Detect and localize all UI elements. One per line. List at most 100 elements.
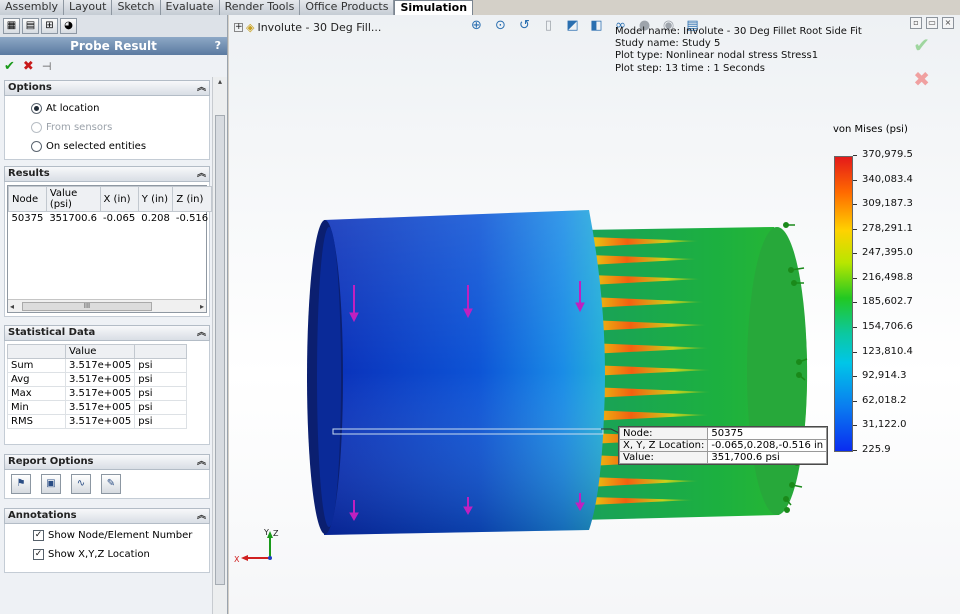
checkbox-checked-icon[interactable]: ✓ [33, 549, 44, 560]
vscroll-thumb[interactable] [215, 115, 225, 585]
results-header-label: Results [8, 168, 50, 179]
feature-tree-icon[interactable]: ▦ [3, 18, 20, 34]
property-manager-panel: ▦ ▤ ⊞ ◕ Probe Result ? ✔ ✖ ⊣ Options ︽ A… [0, 15, 228, 614]
statistical-body: Value Sum 3.517e+005 psi Avg 3.517e+005 psi … [4, 341, 210, 445]
legend-tick: 62,018.2 [853, 395, 907, 406]
report-options-header[interactable]: Report Options ︽ [4, 454, 210, 470]
scroll-left-icon[interactable]: ◂ [10, 302, 14, 311]
legend-tick: 225.9 [853, 444, 891, 455]
col-y[interactable]: Y (in) [137, 186, 174, 212]
stat-value: 3.517e+005 [64, 400, 136, 415]
results-hscroll[interactable]: ◂ III ▸ [8, 299, 206, 312]
annotations-header-label: Annotations [8, 510, 77, 521]
cancel-x-icon[interactable]: ✖ [23, 59, 34, 74]
plot-button[interactable]: ∿ [71, 474, 91, 494]
report-button[interactable]: ✎ [101, 474, 121, 494]
col-value[interactable]: Value (psi) [45, 186, 101, 212]
cell-z: -0.516 [175, 213, 209, 224]
stat-label: RMS [7, 414, 66, 429]
show-node-checkbox[interactable]: ✓ Show Node/Element Number [9, 526, 205, 545]
ok-check-icon[interactable]: ✔ [4, 59, 15, 74]
scroll-right-icon[interactable]: ▸ [200, 302, 204, 311]
probe-value-label: Value: [618, 451, 709, 464]
scroll-up-icon[interactable]: ▴ [213, 77, 227, 86]
stat-label: Max [7, 386, 66, 401]
at-location-radio[interactable]: At location [7, 99, 207, 118]
checkbox-checked-icon[interactable]: ✓ [33, 530, 44, 541]
show-xyz-label: Show X,Y,Z Location [48, 549, 150, 560]
triad-z-label: Z [273, 529, 279, 538]
appearance-icon[interactable]: ◕ [60, 18, 77, 34]
on-selected-entities-radio[interactable]: On selected entities [7, 137, 207, 156]
stat-value: 3.517e+005 [64, 386, 136, 401]
probe-value-value: 351,700.6 psi [707, 451, 828, 464]
tab-office-products[interactable]: Office Products [300, 0, 395, 15]
help-icon[interactable]: ? [215, 37, 221, 55]
show-node-label: Show Node/Element Number [48, 530, 193, 541]
tab-evaluate[interactable]: Evaluate [160, 0, 220, 15]
probe-location-row: X, Y, Z Location: -0.065,0.208,-0.516 in [618, 439, 828, 452]
stat-label: Avg [7, 372, 66, 387]
results-header[interactable]: Results ︽ [4, 166, 210, 182]
tab-layout[interactable]: Layout [64, 0, 113, 15]
stat-label: Sum [7, 358, 66, 373]
tab-assembly[interactable]: Assembly [0, 0, 65, 15]
table-row: Min 3.517e+005 psi [7, 400, 187, 415]
collapse-chevron-icon[interactable]: ︽ [197, 455, 206, 469]
probe-callout[interactable]: Node: 50375 X, Y, Z Location: -0.065,0.2… [618, 426, 829, 465]
cell-x: -0.065 [103, 213, 136, 224]
radio-unselected-icon[interactable] [31, 141, 42, 152]
col-node[interactable]: Node [8, 186, 47, 212]
save-as-sensor-button[interactable]: ⚑ [11, 474, 31, 494]
collapse-chevron-icon[interactable]: ︽ [197, 326, 206, 340]
legend-color-bar[interactable] [834, 156, 853, 452]
pm-scroll-area: Options ︽ At location From sensors On se… [0, 77, 212, 614]
probe-node-value: 50375 [707, 427, 828, 440]
stat-value: 3.517e+005 [64, 372, 136, 387]
table-row: Avg 3.517e+005 psi [7, 372, 187, 387]
configuration-icon[interactable]: ⊞ [41, 18, 58, 34]
col-z[interactable]: Z (in) [172, 186, 212, 212]
stat-value-header: Value [64, 344, 136, 359]
options-header[interactable]: Options ︽ [4, 80, 210, 96]
tab-render-tools[interactable]: Render Tools [219, 0, 301, 15]
col-x[interactable]: X (in) [99, 186, 139, 212]
options-body: At location From sensors On selected ent… [4, 96, 210, 160]
collapse-chevron-icon[interactable]: ︽ [197, 81, 206, 95]
hscroll-thumb[interactable]: III [22, 302, 152, 311]
tab-simulation[interactable]: Simulation [394, 0, 474, 15]
show-xyz-checkbox[interactable]: ✓ Show X,Y,Z Location [9, 545, 205, 564]
tab-sketch[interactable]: Sketch [112, 0, 161, 15]
report-options-group: Report Options ︽ ⚑ ▣ ∿ ✎ [4, 454, 210, 499]
cell-node: 50375 [11, 213, 44, 224]
probe-result-title-text: Probe Result [70, 39, 157, 53]
statistical-header[interactable]: Statistical Data ︽ [4, 325, 210, 341]
stat-unit: psi [134, 414, 187, 429]
legend-tick: 123,810.4 [853, 346, 913, 357]
annotations-header[interactable]: Annotations ︽ [4, 508, 210, 524]
collapse-chevron-icon[interactable]: ︽ [197, 167, 206, 181]
cell-y: 0.208 [141, 213, 170, 224]
stat-unit: psi [134, 386, 187, 401]
panel-vscroll[interactable]: ▴ ▾ [212, 77, 227, 614]
legend-tick: 92,914.3 [853, 370, 907, 381]
graphics-viewport[interactable]: + ◈ Involute - 30 Deg Fill... ⊕ ⊙ ↺ ▯ ◩ … [229, 15, 960, 614]
legend-title: von Mises (psi) [833, 124, 908, 135]
stat-label: Min [7, 400, 66, 415]
save-file-button[interactable]: ▣ [41, 474, 61, 494]
legend-tick: 154,706.6 [853, 321, 913, 332]
statistical-header-label: Statistical Data [8, 327, 96, 338]
collapse-chevron-icon[interactable]: ︽ [197, 509, 206, 523]
table-row: Sum 3.517e+005 psi [7, 358, 187, 373]
pushpin-icon[interactable]: ⊣ [42, 60, 52, 73]
radio-selected-icon[interactable] [31, 103, 42, 114]
stat-unit: psi [134, 372, 187, 387]
stat-unit: psi [134, 400, 187, 415]
results-listbox[interactable]: Node Value (psi) X (in) Y (in) Z (in) 50… [7, 185, 212, 313]
table-row[interactable]: 50375 351700.6 -0.065 0.208 -0.516 [9, 212, 212, 226]
property-manager-icon[interactable]: ▤ [22, 18, 39, 34]
options-header-label: Options [8, 82, 52, 93]
probe-result-title: Probe Result ? [0, 37, 227, 55]
probe-location-value: -0.065,0.208,-0.516 in [707, 439, 828, 452]
stat-value: 3.517e+005 [64, 414, 136, 429]
